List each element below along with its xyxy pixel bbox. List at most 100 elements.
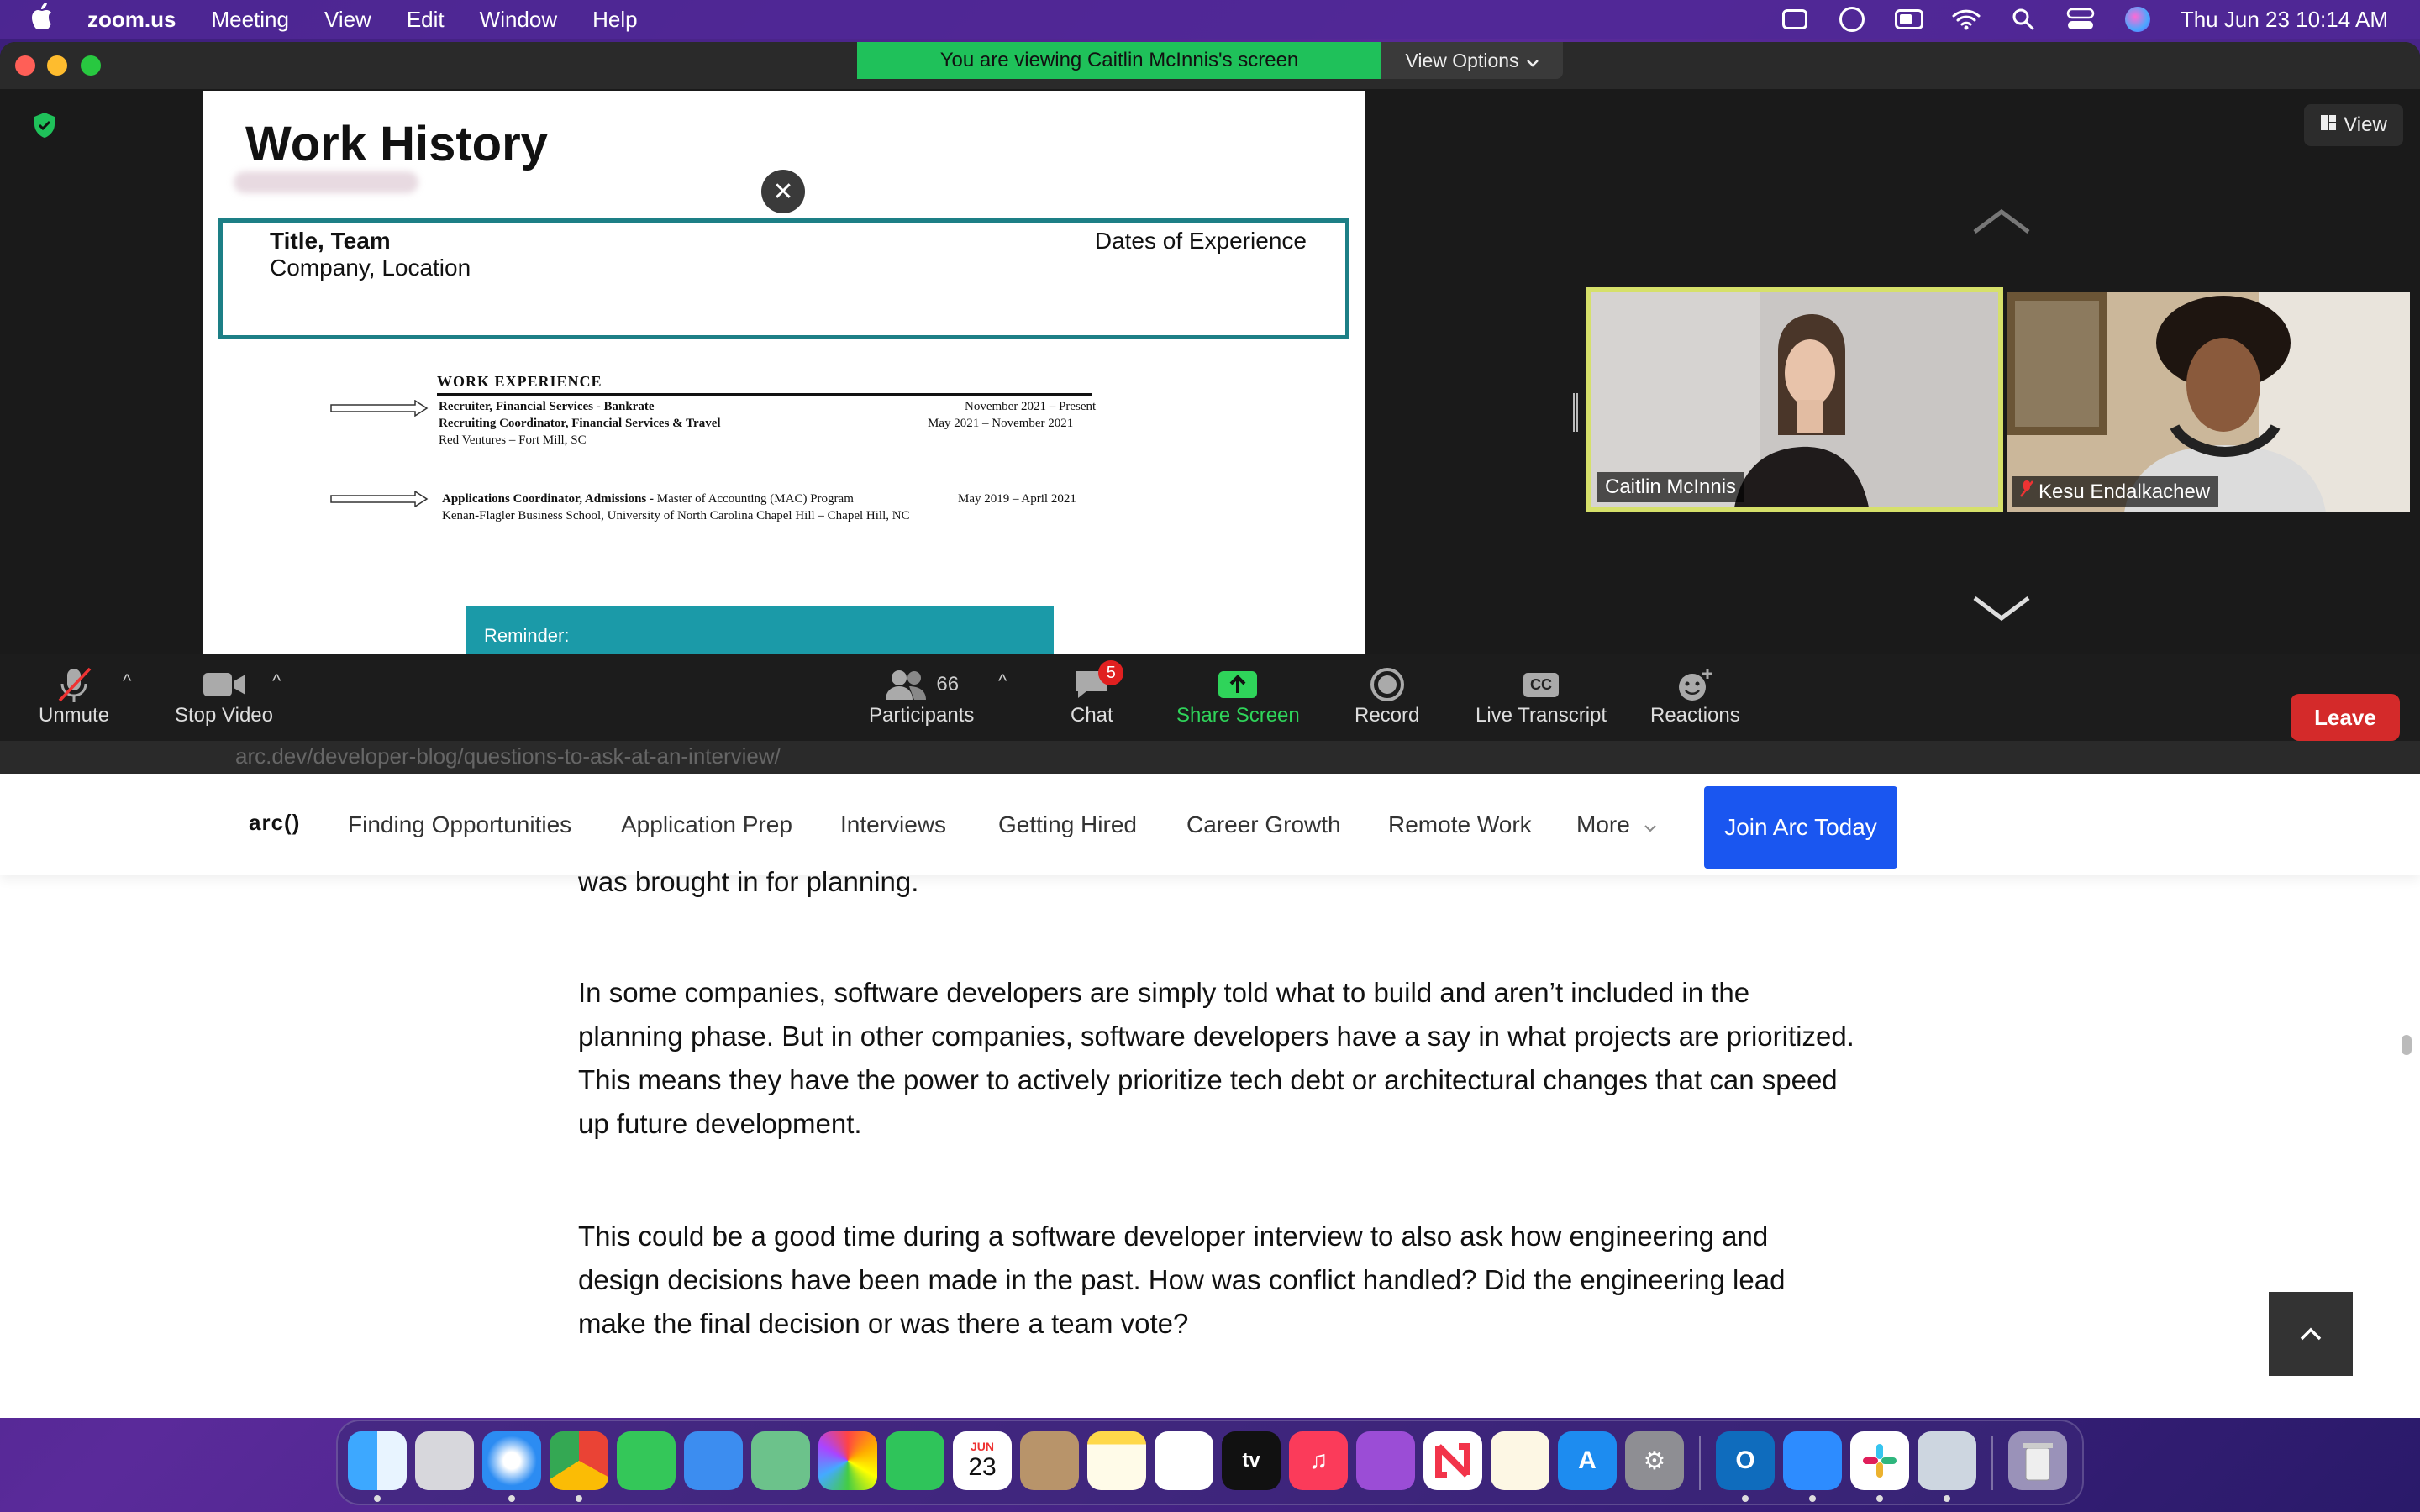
nav-interviews[interactable]: Interviews — [840, 811, 946, 838]
leave-meeting-button[interactable]: Leave — [2291, 694, 2400, 741]
video-options-caret-icon[interactable]: ^ — [272, 670, 281, 692]
audio-options-caret-icon[interactable]: ^ — [123, 670, 131, 692]
dock-separator — [1699, 1436, 1701, 1490]
scroll-to-top-button[interactable] — [2269, 1292, 2353, 1376]
unmute-button[interactable]: Unmute — [39, 665, 109, 727]
menu-view[interactable]: View — [324, 7, 371, 33]
resume-job2-title: Recruiting Coordinator, Financial Servic… — [439, 417, 721, 430]
template-title-team: Title, Team — [270, 228, 391, 254]
wifi-icon[interactable] — [1952, 7, 1981, 32]
chat-label: Chat — [1071, 704, 1113, 727]
pages-icon[interactable] — [1491, 1431, 1549, 1490]
gallery-resize-handle[interactable] — [1573, 393, 1578, 432]
arc-logo[interactable]: arc() — [249, 810, 300, 836]
participants-button[interactable]: 66 Participants — [869, 665, 974, 727]
nav-remote-work[interactable]: Remote Work — [1388, 811, 1532, 838]
nav-career-growth[interactable]: Career Growth — [1186, 811, 1341, 838]
join-arc-button[interactable]: Join Arc Today — [1704, 786, 1897, 869]
spotlight-search-icon[interactable] — [2009, 7, 2038, 32]
grammarly-icon[interactable] — [1838, 7, 1866, 32]
notes-icon[interactable] — [1087, 1431, 1146, 1490]
zoom-tray-icon[interactable] — [1781, 7, 1809, 32]
closed-caption-icon: CC — [1523, 665, 1560, 704]
contacts-icon[interactable] — [1020, 1431, 1079, 1490]
messages-icon[interactable] — [617, 1431, 676, 1490]
gallery-scroll-down-icon[interactable] — [1971, 593, 2032, 623]
template-dates: Dates of Experience — [1094, 228, 1307, 254]
resume-section-heading: WORK EXPERIENCE — [437, 373, 602, 390]
control-center-icon[interactable] — [2066, 7, 2095, 32]
resume-excerpt: WORK EXPERIENCE Recruiter, Financial Ser… — [329, 373, 1170, 625]
menu-meeting[interactable]: Meeting — [211, 7, 289, 33]
finder-icon[interactable] — [348, 1431, 407, 1490]
reactions-button[interactable]: Reactions — [1650, 665, 1740, 727]
zoom-icon[interactable] — [1783, 1431, 1842, 1490]
app-menu-zoom[interactable]: zoom.us — [87, 7, 176, 33]
app-store-icon[interactable]: A — [1558, 1431, 1617, 1490]
participants-caret-icon[interactable]: ^ — [998, 670, 1007, 692]
chrome-icon[interactable] — [550, 1431, 608, 1490]
background-browser-url: arc.dev/developer-blog/questions-to-ask-… — [0, 741, 2420, 774]
running-indicator — [1876, 1495, 1883, 1502]
viewing-screen-banner: You are viewing Caitlin McInnis's screen — [857, 42, 1381, 79]
menu-help[interactable]: Help — [592, 7, 637, 33]
menu-edit[interactable]: Edit — [407, 7, 445, 33]
muted-microphone-icon — [53, 665, 95, 704]
slack-icon[interactable] — [1850, 1431, 1909, 1490]
resume-job1-title: Recruiter, Financial Services - Bankrate — [439, 400, 655, 413]
page-scrollbar[interactable] — [2402, 1035, 2412, 1055]
facetime-icon[interactable] — [886, 1431, 944, 1490]
chevron-up-icon — [2300, 1327, 2322, 1341]
preview-icon[interactable] — [1918, 1431, 1976, 1490]
trash-icon[interactable] — [2008, 1431, 2067, 1490]
battery-icon[interactable] — [1894, 7, 1923, 32]
gallery-scroll-up-icon[interactable] — [1971, 207, 2032, 237]
zoom-meeting-window: You are viewing Caitlin McInnis's screen… — [0, 42, 2420, 774]
close-window-button[interactable] — [15, 55, 35, 76]
menu-window[interactable]: Window — [480, 7, 557, 33]
live-transcript-button[interactable]: CC Live Transcript — [1476, 665, 1607, 727]
fullscreen-window-button[interactable] — [81, 55, 101, 76]
stop-video-button[interactable]: Stop Video — [175, 665, 273, 727]
nav-application-prep[interactable]: Application Prep — [621, 811, 792, 838]
participant-count: 66 — [936, 673, 960, 696]
maps-icon[interactable] — [751, 1431, 810, 1490]
chevron-down-icon — [1644, 825, 1656, 832]
participant-name-label: Caitlin McInnis — [1597, 472, 1745, 502]
video-tile-kesu[interactable]: Kesu Endalkachew — [2007, 292, 2410, 512]
apple-tv-icon[interactable]: tv — [1222, 1431, 1281, 1490]
chat-unread-badge: 5 — [1098, 660, 1124, 685]
music-icon[interactable]: ♫ — [1289, 1431, 1348, 1490]
chevron-down-icon — [1526, 50, 1539, 72]
nav-getting-hired[interactable]: Getting Hired — [998, 811, 1137, 838]
mail-icon[interactable] — [684, 1431, 743, 1490]
outlook-icon[interactable]: O — [1716, 1431, 1775, 1490]
encryption-shield-icon[interactable] — [32, 111, 57, 139]
photos-icon[interactable] — [818, 1431, 877, 1490]
minimize-window-button[interactable] — [47, 55, 67, 76]
news-icon[interactable] — [1423, 1431, 1482, 1490]
record-button[interactable]: Record — [1355, 665, 1419, 727]
shared-screen-content: Work History ✕ Title, Team Company, Loca… — [203, 91, 1365, 655]
muted-mic-icon — [2020, 480, 2033, 504]
view-options-dropdown[interactable]: View Options — [1381, 42, 1563, 79]
launchpad-icon[interactable] — [415, 1431, 474, 1490]
resume-job3-dates: May 2019 – April 2021 — [958, 492, 1076, 506]
nav-more[interactable]: More — [1576, 811, 1657, 838]
reminders-icon[interactable] — [1155, 1431, 1213, 1490]
podcasts-icon[interactable] — [1356, 1431, 1415, 1490]
article-paragraph: This could be a good time during a softw… — [578, 1221, 1786, 1339]
siri-icon[interactable] — [2123, 7, 2152, 32]
nav-finding-opportunities[interactable]: Finding Opportunities — [348, 811, 571, 838]
menubar-clock[interactable]: Thu Jun 23 10:14 AM — [2181, 7, 2388, 33]
video-tile-caitlin[interactable]: Caitlin McInnis — [1586, 287, 2003, 512]
view-layout-button[interactable]: View — [2304, 104, 2403, 146]
share-screen-icon — [1217, 665, 1259, 704]
apple-menu-icon[interactable] — [29, 2, 59, 37]
chat-button[interactable]: 5 Chat — [1071, 660, 1124, 727]
calendar-icon[interactable]: JUN 23 — [953, 1431, 1012, 1490]
system-preferences-icon[interactable]: ⚙ — [1625, 1431, 1684, 1490]
reactions-label: Reactions — [1650, 704, 1740, 727]
safari-icon[interactable] — [482, 1431, 541, 1490]
share-screen-button[interactable]: Share Screen — [1176, 665, 1300, 727]
